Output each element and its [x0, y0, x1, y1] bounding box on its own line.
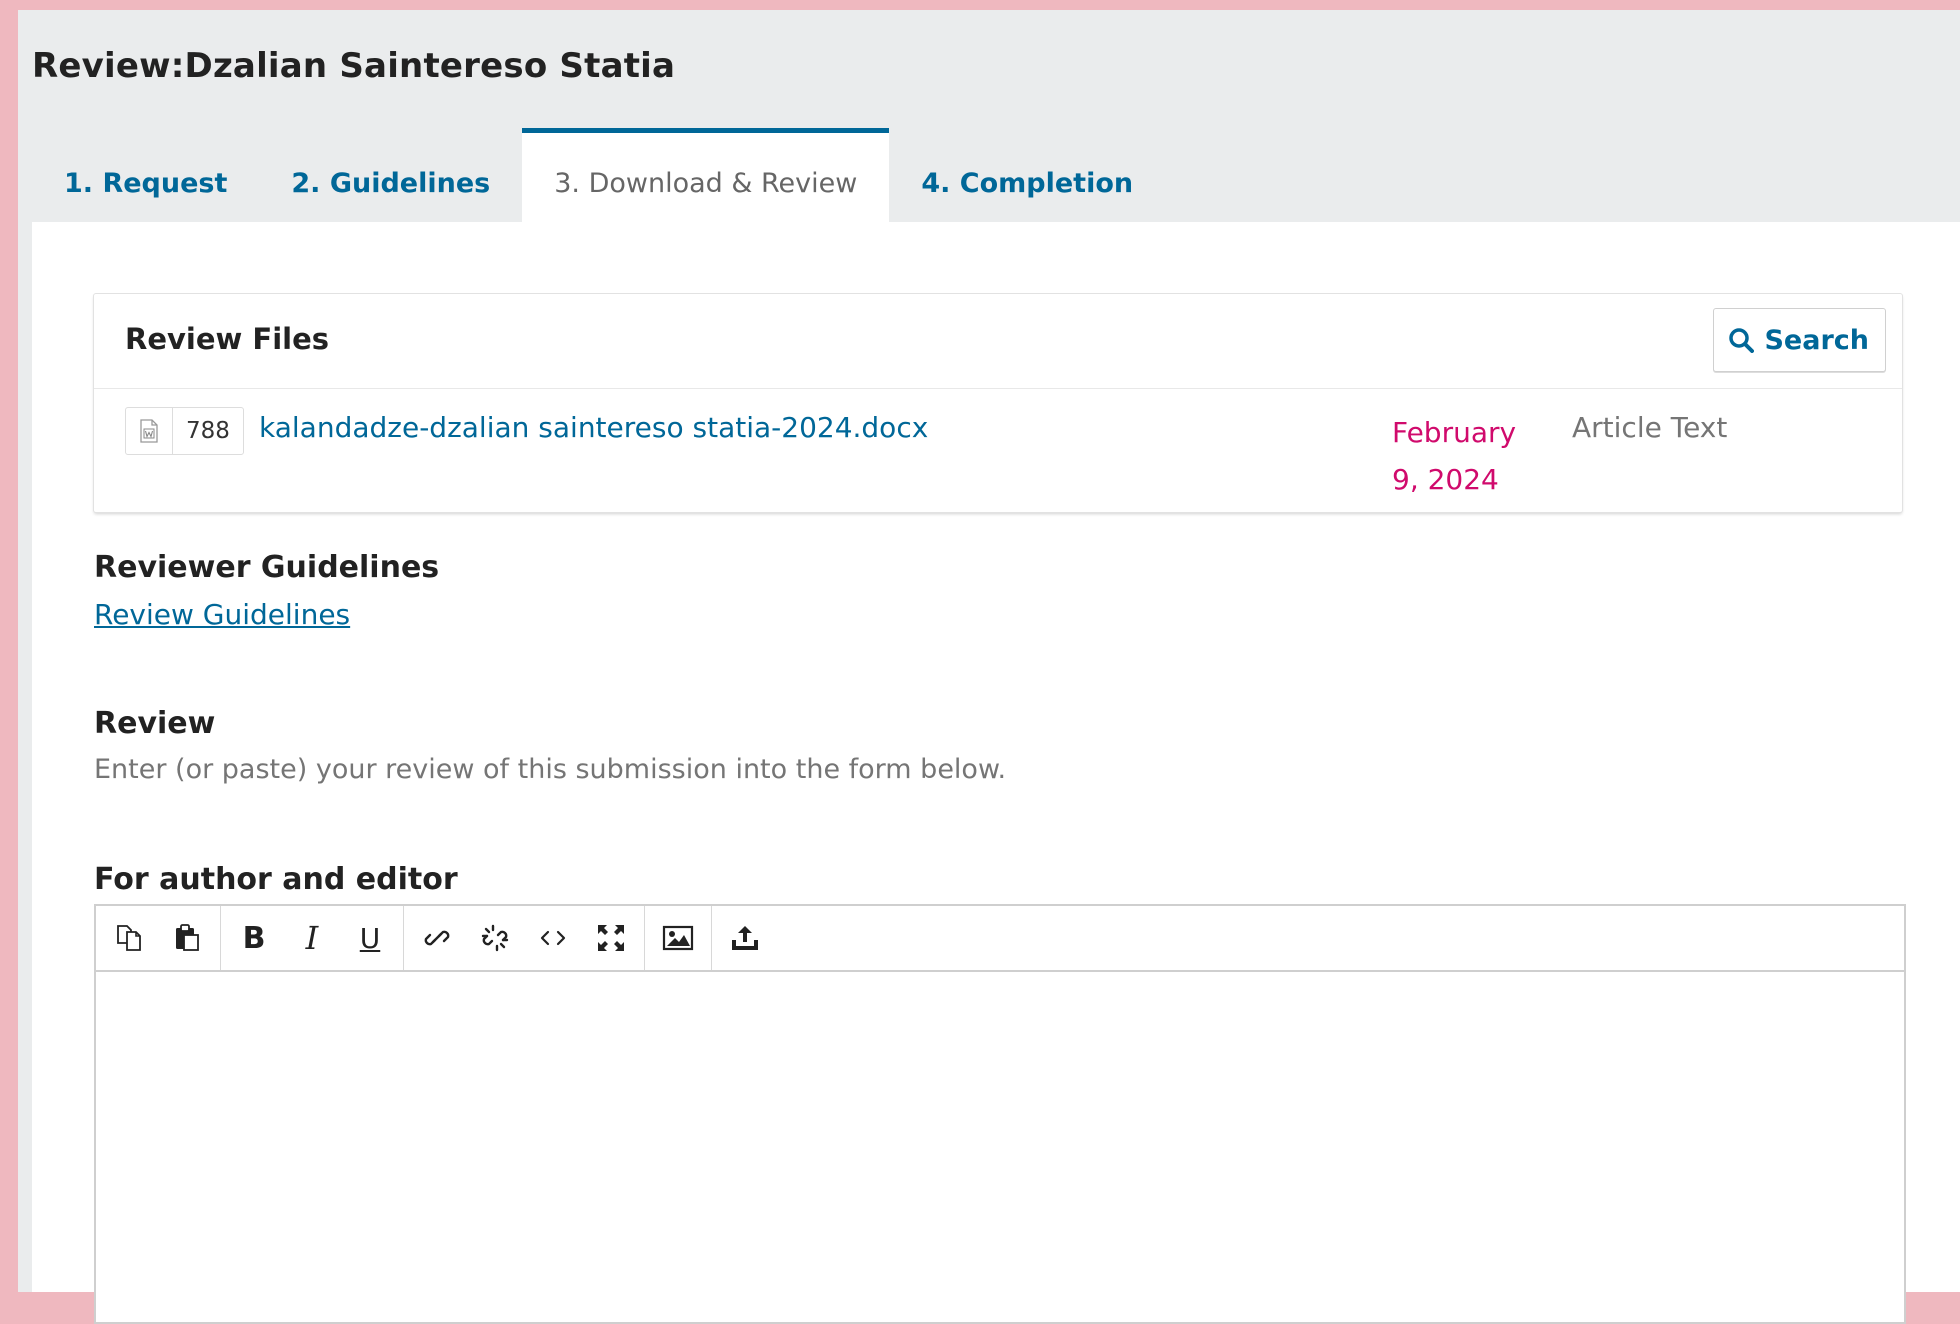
unlink-icon[interactable] [466, 913, 524, 963]
bold-icon[interactable]: B [225, 913, 283, 963]
file-type-label: Article Text [1572, 411, 1728, 444]
tab-completion[interactable]: 4. Completion [889, 128, 1165, 222]
review-guidelines-link[interactable]: Review Guidelines [94, 598, 350, 631]
editor-content-area[interactable] [96, 972, 1904, 1322]
tab-download-review[interactable]: 3. Download & Review [522, 128, 890, 222]
editor-label: For author and editor [94, 862, 458, 897]
upload-group [712, 906, 778, 970]
review-files-title: Review Files [125, 322, 330, 356]
review-files-panel: Review Files Search 788 kalandadze-dzali… [94, 294, 1902, 512]
reviewer-guidelines-heading: Reviewer Guidelines [94, 550, 440, 585]
rich-text-editor: B I U [94, 904, 1906, 1324]
insert-group [404, 906, 645, 970]
file-download-link[interactable]: kalandadze-dzalian saintereso statia-202… [259, 411, 928, 444]
search-button-label: Search [1764, 324, 1869, 356]
media-group [645, 906, 712, 970]
paste-icon[interactable] [158, 913, 216, 963]
image-icon[interactable] [649, 913, 707, 963]
file-row: 788 kalandadze-dzalian saintereso statia… [94, 389, 1902, 511]
file-id: 788 [186, 418, 230, 444]
file-date: February 9, 2024 [1392, 416, 1517, 496]
page-title: Review:Dzalian Saintereso Statia [32, 46, 676, 86]
review-panel: Review:Dzalian Saintereso Statia 1. Requ… [18, 10, 1960, 1324]
copy-icon[interactable] [100, 913, 158, 963]
word-document-icon [126, 408, 173, 454]
search-button[interactable]: Search [1713, 308, 1886, 372]
code-icon[interactable] [524, 913, 582, 963]
format-group: B I U [221, 906, 404, 970]
link-icon[interactable] [408, 913, 466, 963]
tab-request[interactable]: 1. Request [32, 128, 259, 222]
review-description: Enter (or paste) your review of this sub… [94, 754, 1007, 785]
fullscreen-icon[interactable] [582, 913, 640, 963]
italic-icon[interactable]: I [283, 913, 341, 963]
upload-icon[interactable] [716, 913, 774, 963]
search-icon [1729, 328, 1755, 353]
editor-toolbar: B I U [96, 906, 1904, 972]
underline-icon[interactable]: U [341, 913, 399, 963]
review-heading: Review [94, 706, 216, 741]
tab-content: Review Files Search 788 kalandadze-dzali… [32, 222, 1960, 1324]
file-badge: 788 [125, 407, 244, 455]
workflow-tabs: 1. Request 2. Guidelines 3. Download & R… [32, 128, 1165, 222]
clipboard-group [96, 906, 221, 970]
review-files-header: Review Files Search [94, 294, 1902, 389]
tab-guidelines[interactable]: 2. Guidelines [259, 128, 522, 222]
